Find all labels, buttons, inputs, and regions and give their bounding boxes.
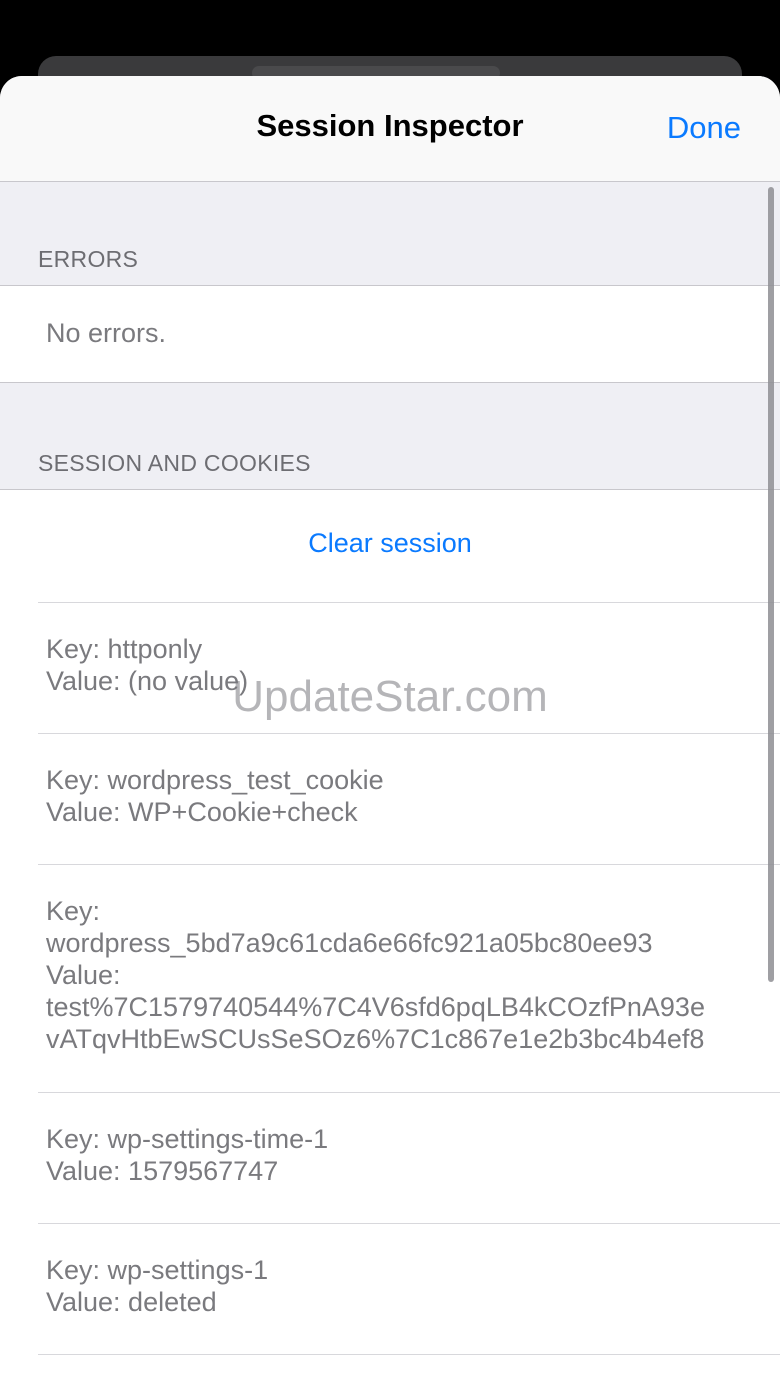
page-title: Session Inspector (256, 108, 524, 143)
session-group: Clear session Key: httponly Value: (no v… (0, 489, 780, 1387)
errors-section-header: ERRORS (38, 246, 139, 272)
navigation-bar: Session Inspector Done (0, 76, 780, 182)
cookie-value: Value: (no value) (46, 666, 249, 696)
cookie-row-httponly: Key: httponly Value: (no value) (46, 633, 746, 697)
session-section-header: SESSION AND COOKIES (38, 450, 311, 476)
row-separator (38, 864, 780, 865)
cookie-value: Value: WP+Cookie+check (46, 797, 358, 827)
row-separator (38, 733, 780, 734)
errors-group: No errors. (0, 285, 780, 383)
row-separator (38, 1354, 780, 1355)
cookie-value: Value: 1579567747 (46, 1156, 279, 1186)
cookie-key: Key: wordpress_test_cookie (46, 765, 384, 795)
clear-session-button[interactable]: Clear session (0, 528, 780, 559)
vertical-scrollbar[interactable] (768, 187, 774, 982)
cookie-value-label: Value: (46, 960, 121, 990)
cookie-key: Key: wp-settings-time-1 (46, 1124, 329, 1154)
cookie-row-wp-settings: Key: wp-settings-1 Value: deleted (46, 1254, 746, 1318)
row-separator (38, 1092, 780, 1093)
session-inspector-sheet: Session Inspector Done ERRORS No errors.… (0, 76, 780, 1387)
cookie-key-label: Key: (46, 896, 101, 926)
cookie-value-line-1: test%7C1579740544%7C4V6sfd6pqLB4kCOzfPnA… (46, 992, 705, 1022)
cookie-value-line-2: vATqvHtbEwSCUsSeSOz6%7C1c867e1e2b3bc4b4e… (46, 1024, 705, 1054)
cookie-key: Key: wp-settings-1 (46, 1255, 269, 1285)
cookie-row-wordpress-auth: Key: wordpress_5bd7a9c61cda6e66fc921a05b… (46, 895, 746, 1055)
errors-message: No errors. (46, 318, 167, 348)
done-button[interactable]: Done (667, 110, 741, 146)
cookie-row-wp-settings-time: Key: wp-settings-time-1 Value: 157956774… (46, 1123, 746, 1187)
cookie-key: Key: httponly (46, 634, 203, 664)
cookie-key: wordpress_5bd7a9c61cda6e66fc921a05bc80ee… (46, 928, 653, 958)
row-separator (38, 602, 780, 603)
cookie-row-wordpress-test-cookie: Key: wordpress_test_cookie Value: WP+Coo… (46, 764, 746, 828)
row-separator (38, 1223, 780, 1224)
cookie-value: Value: deleted (46, 1287, 217, 1317)
